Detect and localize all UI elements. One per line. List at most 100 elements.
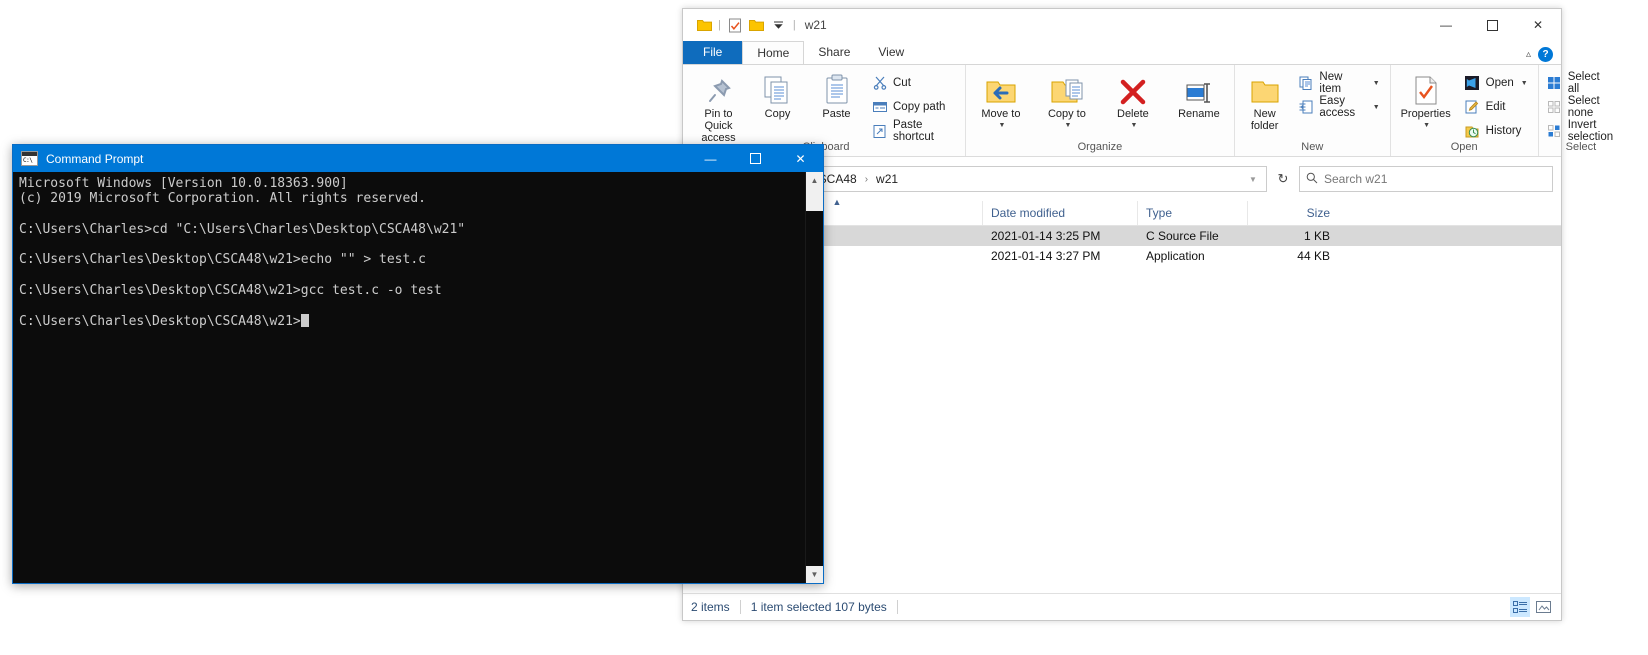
open-button[interactable]: Open ▼ <box>1462 71 1533 95</box>
chevron-down-icon[interactable]: ▼ <box>998 120 1005 132</box>
new-item-button[interactable]: New item ▼ <box>1295 71 1384 95</box>
breadcrumb-w21[interactable]: w21 <box>872 170 902 188</box>
tab-file[interactable]: File <box>683 41 743 64</box>
copy-path-label: Copy path <box>893 101 946 113</box>
cmd-scrollbar[interactable]: ▲ ▼ <box>805 172 823 583</box>
open-label: Open <box>1485 77 1514 89</box>
maximize-button[interactable] <box>1469 9 1515 41</box>
column-header-size[interactable]: Size <box>1248 201 1338 225</box>
large-icons-view-icon[interactable] <box>1533 597 1553 617</box>
status-item-count: 2 items <box>691 600 730 614</box>
invert-selection-label: Invert selection <box>1567 119 1614 143</box>
easy-access-icon <box>1297 99 1314 116</box>
explorer-window-title: w21 <box>804 18 827 32</box>
copy-button[interactable]: Copy <box>748 69 807 123</box>
ribbon-tab-actions: ▵ ? <box>1526 47 1553 62</box>
cmd-window-controls: — ✕ <box>688 145 823 172</box>
ribbon-group-label-organize: Organize <box>1077 141 1123 153</box>
minimize-button[interactable]: — <box>1423 9 1469 41</box>
chevron-down-icon[interactable]: ▼ <box>1130 120 1137 132</box>
file-size-cell: 44 KB <box>1297 249 1330 263</box>
new-folder-icon[interactable] <box>746 14 768 36</box>
properties-button[interactable]: Properties ▼ <box>1393 69 1459 135</box>
qat-separator: | <box>718 19 721 31</box>
properties-icon <box>1413 72 1439 106</box>
ribbon-group-select: Select all Select none Invert selection <box>1539 65 1623 156</box>
status-selection-info: 1 item selected 107 bytes <box>750 600 887 614</box>
move-to-button[interactable]: Move to ▼ <box>968 69 1034 135</box>
close-button[interactable]: ✕ <box>1515 9 1561 41</box>
search-placeholder: Search w21 <box>1324 172 1388 186</box>
explorer-title-bar[interactable]: | | w21 — ✕ <box>683 9 1561 41</box>
invert-selection-button[interactable]: Invert selection <box>1544 119 1618 143</box>
pin-to-quick-access-button[interactable]: Pin to Quick access <box>689 69 748 147</box>
select-none-button[interactable]: Select none <box>1544 95 1618 119</box>
command-prompt-window: C:\ Command Prompt — ✕ Microsoft Windows… <box>12 144 824 584</box>
edit-button[interactable]: Edit <box>1462 95 1533 119</box>
minimize-button[interactable]: — <box>688 145 733 172</box>
paste-button[interactable]: Paste <box>807 69 866 123</box>
search-icon <box>1306 172 1318 187</box>
scrollbar-track[interactable] <box>806 189 823 566</box>
copy-path-button[interactable]: Copy path <box>869 95 960 119</box>
new-folder-icon <box>1250 72 1280 106</box>
file-size-cell: 1 KB <box>1303 229 1330 243</box>
search-input[interactable]: Search w21 <box>1299 166 1553 192</box>
refresh-icon[interactable]: ↻ <box>1271 167 1295 191</box>
easy-access-label: Easy access <box>1319 95 1356 119</box>
chevron-down-icon[interactable]: ▼ <box>1244 167 1262 191</box>
address-bar[interactable]: CSCA48 › w21 ▼ <box>801 166 1267 192</box>
open-vs-icon <box>1464 75 1481 92</box>
chevron-down-icon[interactable]: ▼ <box>1064 120 1071 132</box>
column-header-type[interactable]: Type <box>1138 201 1248 225</box>
open-small-commands: Open ▼ Edit History <box>1459 69 1536 143</box>
tab-share[interactable]: Share <box>804 41 864 64</box>
ribbon-tab-strip: File Home Share View ▵ ? <box>683 41 1561 64</box>
scissors-icon <box>871 75 888 92</box>
chevron-down-icon[interactable]: ▼ <box>1373 80 1380 87</box>
pin-icon <box>704 72 734 106</box>
cmd-title-bar[interactable]: C:\ Command Prompt — ✕ <box>13 145 823 172</box>
properties-check-icon[interactable] <box>724 14 746 36</box>
explorer-window-controls: — ✕ <box>1423 9 1561 41</box>
rename-button[interactable]: Rename <box>1166 69 1232 123</box>
new-small-commands: New item ▼ Easy access ▼ <box>1292 69 1387 119</box>
column-header-date[interactable]: Date modified <box>983 201 1138 225</box>
file-type-cell: Application <box>1146 249 1205 263</box>
close-button[interactable]: ✕ <box>778 145 823 172</box>
easy-access-button[interactable]: Easy access ▼ <box>1295 95 1384 119</box>
details-view-icon[interactable] <box>1510 597 1530 617</box>
chevron-down-icon[interactable]: ▼ <box>1423 120 1430 132</box>
cmd-window-title: Command Prompt <box>46 151 144 166</box>
new-folder-button[interactable]: New folder <box>1237 69 1292 135</box>
folder-icon[interactable] <box>693 14 715 36</box>
customize-dropdown-icon[interactable] <box>768 14 790 36</box>
chevron-down-icon[interactable]: ▼ <box>1521 80 1528 87</box>
scroll-up-button[interactable]: ▲ <box>806 172 823 189</box>
tab-view[interactable]: View <box>864 41 918 64</box>
maximize-button[interactable] <box>733 145 778 172</box>
copy-icon <box>763 72 793 106</box>
copy-to-icon <box>1051 72 1083 106</box>
quick-access-toolbar: | | w21 <box>683 9 827 41</box>
status-divider <box>739 600 741 614</box>
new-folder-label: New folder <box>1250 108 1279 132</box>
copy-to-button[interactable]: Copy to ▼ <box>1034 69 1100 135</box>
delete-button[interactable]: Delete ▼ <box>1100 69 1166 135</box>
cmd-console-body[interactable]: Microsoft Windows [Version 10.0.18363.90… <box>13 172 823 583</box>
tab-home[interactable]: Home <box>742 41 805 64</box>
help-icon[interactable]: ? <box>1538 47 1553 62</box>
edit-label: Edit <box>1485 101 1506 113</box>
scrollbar-thumb[interactable] <box>806 189 823 211</box>
paste-shortcut-button[interactable]: Paste shortcut <box>869 119 960 143</box>
cmd-console-text: Microsoft Windows [Version 10.0.18363.90… <box>19 176 466 329</box>
paste-shortcut-label: Paste shortcut <box>893 119 934 143</box>
file-date-cell: 2021-01-14 3:25 PM <box>991 229 1101 243</box>
collapse-ribbon-icon[interactable]: ▵ <box>1526 49 1531 60</box>
history-button[interactable]: History <box>1462 119 1533 143</box>
scroll-down-button[interactable]: ▼ <box>806 566 823 583</box>
chevron-down-icon[interactable]: ▼ <box>1373 104 1380 111</box>
select-all-button[interactable]: Select all <box>1544 71 1618 95</box>
cut-button[interactable]: Cut <box>869 71 960 95</box>
ribbon-group-new: New folder New item ▼ Easy access ▼ New <box>1235 65 1391 156</box>
